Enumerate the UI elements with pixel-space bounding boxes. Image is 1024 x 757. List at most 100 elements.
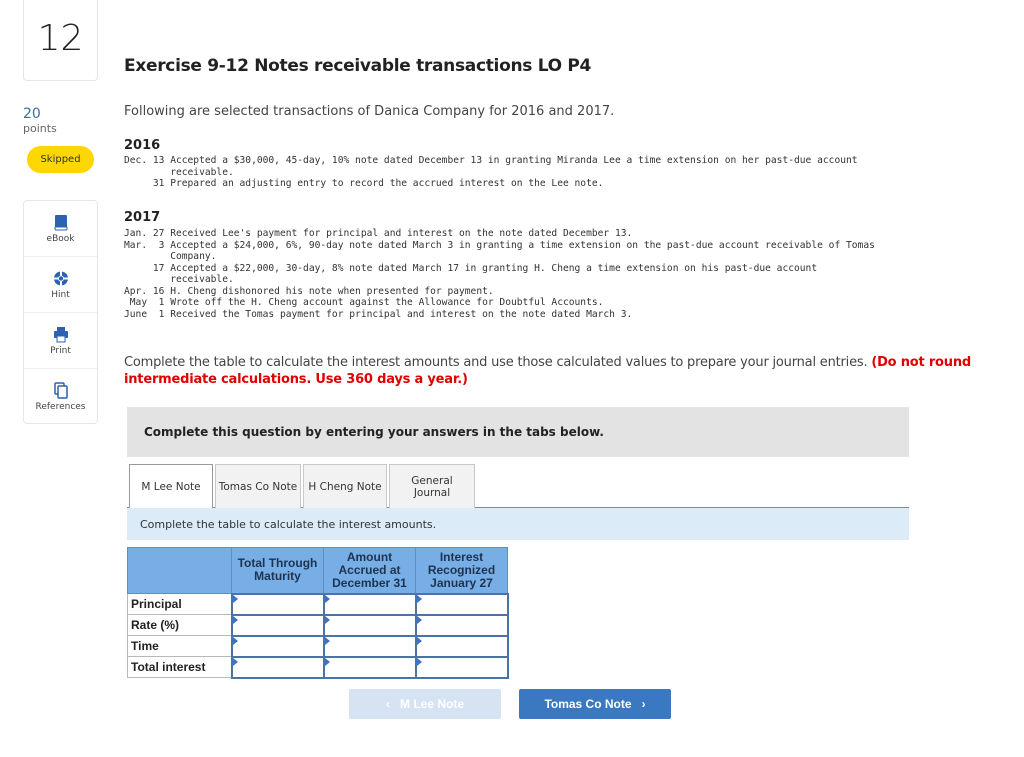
input-marker-icon <box>324 636 330 645</box>
prev-tab-label: M Lee Note <box>399 697 464 711</box>
answer-cell <box>322 592 417 616</box>
references-label: References <box>35 402 86 412</box>
answer-cell <box>230 613 325 637</box>
exercise-intro: Following are selected transactions of D… <box>124 104 615 119</box>
tab-m-lee-note[interactable]: M Lee Note <box>129 464 213 509</box>
answer-cell <box>322 655 417 679</box>
answer-input[interactable] <box>416 658 507 676</box>
table-row: Total interest <box>127 655 509 679</box>
interest-table: Total Through Maturity Amount Accrued at… <box>127 547 509 679</box>
input-marker-icon <box>324 615 330 624</box>
transactions-2017: Jan. 27 Received Lee's payment for princ… <box>124 228 875 320</box>
input-marker-icon <box>232 594 238 603</box>
column-header-total-through-maturity: Total Through Maturity <box>231 547 324 594</box>
transaction-line: May 1 Wrote off the H. Cheng account aga… <box>124 297 604 308</box>
transaction-line: Apr. 16 H. Cheng dishonored his note whe… <box>124 285 494 297</box>
answer-input[interactable] <box>232 637 323 655</box>
chevron-left-icon: ‹ <box>385 697 390 711</box>
answer-input[interactable] <box>324 658 415 676</box>
answer-input[interactable] <box>232 595 323 613</box>
answer-input[interactable] <box>324 595 415 613</box>
transactions-2016: Dec. 13 Accepted a $30,000, 45-day, 10% … <box>124 155 858 190</box>
answer-cell <box>230 655 325 679</box>
input-marker-icon <box>324 657 330 666</box>
answer-input[interactable] <box>416 595 507 613</box>
input-marker-icon <box>232 657 238 666</box>
transaction-line: June 1 Received the Tomas payment for pr… <box>124 308 633 320</box>
column-header-recognized-january-27: Interest Recognized January 27 <box>415 547 508 594</box>
hint-button[interactable]: Hint <box>24 257 97 313</box>
references-button[interactable]: References <box>24 369 97 425</box>
transaction-line: Mar. 3 Accepted a $24,000, 6%, 90-day no… <box>124 239 875 251</box>
input-marker-icon <box>232 636 238 645</box>
transaction-line: receivable. <box>124 166 234 178</box>
question-number-box: 12 <box>23 0 98 81</box>
tab-tomas-co-note[interactable]: Tomas Co Note <box>215 464 301 508</box>
transaction-line: 17 Accepted a $22,000, 30-day, 8% note d… <box>124 262 818 274</box>
answer-cell <box>414 592 509 616</box>
print-label: Print <box>50 345 71 356</box>
input-marker-icon <box>232 615 238 624</box>
copy-documents-icon <box>53 382 68 399</box>
tab-general-journal-label: General Journal <box>411 474 453 499</box>
status-badge: Skipped <box>27 146 94 173</box>
points-label: points <box>23 122 57 135</box>
answer-input[interactable] <box>324 616 415 634</box>
transaction-line: receivable. <box>124 274 234 285</box>
input-marker-icon <box>416 594 422 603</box>
answer-cell <box>322 634 417 658</box>
tab-general-journal[interactable]: General Journal <box>389 464 475 508</box>
printer-icon <box>53 326 68 342</box>
answer-input[interactable] <box>324 637 415 655</box>
next-tab-label: Tomas Co Note <box>544 697 632 711</box>
transaction-line: Company. <box>124 251 217 262</box>
answer-cell <box>414 655 509 679</box>
transaction-line: 31 Prepared an adjusting entry to record… <box>124 178 604 189</box>
table-row: Principal <box>127 592 509 616</box>
answer-cell <box>414 613 509 637</box>
transaction-line: Dec. 13 Accepted a $30,000, 45-day, 10% … <box>124 155 858 166</box>
table-row: Rate (%) <box>127 613 509 637</box>
instructions: Complete the table to calculate the inte… <box>124 354 984 388</box>
transaction-line: Jan. 27 Received Lee's payment for princ… <box>124 228 633 239</box>
answer-input[interactable] <box>232 616 323 634</box>
hint-label: Hint <box>51 289 70 300</box>
tab-h-cheng-note[interactable]: H Cheng Note <box>303 464 387 508</box>
table-row: Time <box>127 634 509 658</box>
input-marker-icon <box>324 594 330 603</box>
lifebuoy-icon <box>53 271 68 285</box>
ebook-button[interactable]: eBook <box>24 201 97 257</box>
answer-cell <box>230 592 325 616</box>
question-number: 12 <box>37 17 84 59</box>
input-marker-icon <box>416 657 422 666</box>
answer-input[interactable] <box>416 616 507 634</box>
print-button[interactable]: Print <box>24 313 97 369</box>
answer-banner: Complete this question by entering your … <box>127 407 909 457</box>
tab-instructions: Complete the table to calculate the inte… <box>127 508 909 540</box>
ebook-label: eBook <box>46 233 75 244</box>
answer-input[interactable] <box>232 658 323 676</box>
answer-cell <box>414 634 509 658</box>
year-heading-2016: 2016 <box>124 138 161 153</box>
tools-panel: eBook Hint Print References <box>23 200 98 424</box>
points-value: 20 <box>23 106 41 122</box>
answer-tabs: M Lee Note Tomas Co Note H Cheng Note Ge… <box>127 464 909 509</box>
table-header-row: Total Through Maturity Amount Accrued at… <box>127 547 508 594</box>
column-header-accrued-december-31: Amount Accrued at December 31 <box>323 547 416 594</box>
next-tab-button[interactable]: Tomas Co Note › <box>519 689 671 719</box>
input-marker-icon <box>416 636 422 645</box>
row-label: Time <box>127 635 232 657</box>
row-label: Rate (%) <box>127 614 232 636</box>
chevron-right-icon: › <box>641 697 646 711</box>
column-header-blank <box>127 547 232 594</box>
input-marker-icon <box>416 615 422 624</box>
answer-cell <box>322 613 417 637</box>
instructions-text: Complete the table to calculate the inte… <box>124 355 872 370</box>
row-label: Total interest <box>127 656 232 678</box>
prev-tab-button[interactable]: ‹ M Lee Note <box>349 689 501 719</box>
exercise-title: Exercise 9-12 Notes receivable transacti… <box>124 56 592 76</box>
answer-input[interactable] <box>416 637 507 655</box>
book-icon <box>54 214 67 230</box>
year-heading-2017: 2017 <box>124 210 161 225</box>
answer-cell <box>230 634 325 658</box>
